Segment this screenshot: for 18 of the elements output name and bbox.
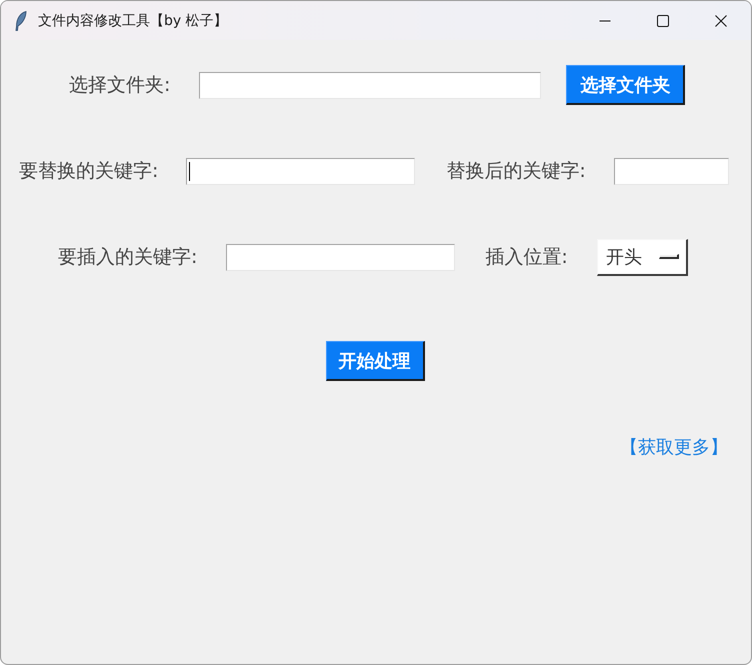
maximize-icon[interactable] [657, 14, 669, 26]
replace-keyword-field[interactable] [614, 158, 729, 184]
folder-label: 选择文件夹: [69, 73, 170, 98]
dropdown-indicator-icon [658, 254, 679, 259]
close-icon[interactable] [715, 14, 727, 26]
choose-folder-button[interactable]: 选择文件夹 [566, 65, 686, 105]
start-button[interactable]: 开始处理 [326, 341, 424, 381]
insert-keyword-label: 要插入的关键字: [58, 245, 198, 270]
insert-keyword-field[interactable] [226, 244, 456, 270]
get-more-link[interactable]: 【获取更多】 [620, 435, 728, 459]
feather-icon [15, 10, 27, 30]
find-keyword-label: 要替换的关键字: [19, 159, 158, 184]
insert-position-dropdown[interactable]: 开头 [596, 238, 688, 276]
folder-path-field[interactable] [199, 72, 542, 98]
insert-position-label: 插入位置: [485, 245, 568, 270]
find-keyword-field[interactable] [186, 158, 416, 184]
window-title: 文件内容修改工具【by 松子】 [38, 12, 228, 30]
replace-keyword-label: 替换后的关键字: [446, 159, 586, 184]
